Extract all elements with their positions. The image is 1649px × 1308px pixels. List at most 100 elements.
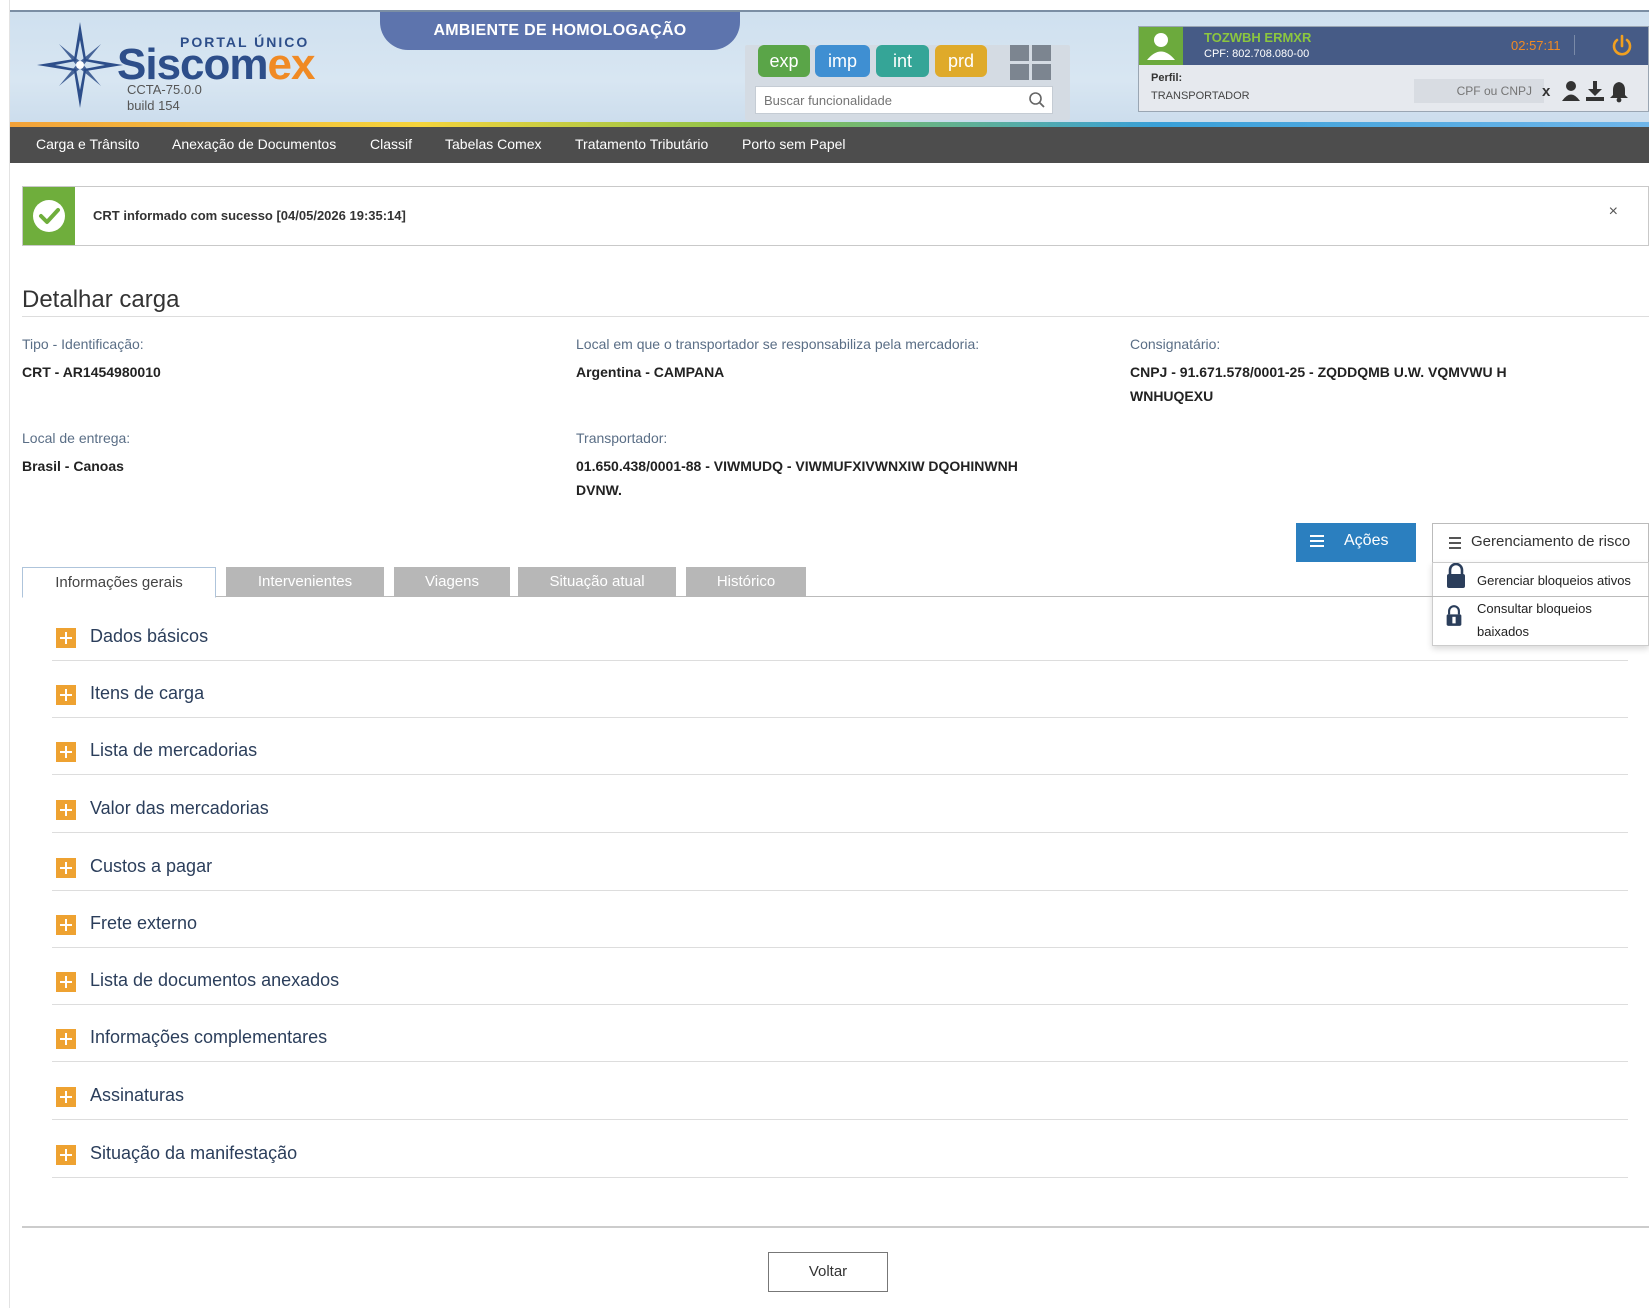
transportador-value-line1: 01.650.438/0001-88 - VIWMUDQ - VIWMUFXIV… xyxy=(576,458,1018,474)
env-int-button[interactable]: int xyxy=(876,45,929,77)
user-bar: TOZWBH ERMXR CPF: 802.708.080-00 02:57:1… xyxy=(1139,27,1648,65)
tab-situacao-atual[interactable]: Situação atual xyxy=(518,567,676,597)
tipo-identificacao-value: CRT - AR1454980010 xyxy=(22,364,161,380)
user-avatar-icon xyxy=(1139,27,1183,65)
section-title: Itens de carga xyxy=(90,683,205,703)
menu-item-tabelas-comex[interactable]: Tabelas Comex xyxy=(445,136,542,152)
alert-icon-box xyxy=(23,187,75,245)
plus-icon xyxy=(56,628,76,648)
user-panel: TOZWBH ERMXR CPF: 802.708.080-00 02:57:1… xyxy=(1138,26,1649,112)
env-imp-button[interactable]: imp xyxy=(815,45,870,77)
cpf-cnpj-field[interactable] xyxy=(1414,79,1544,103)
menu-item-anexacao-documentos[interactable]: Anexação de Documentos xyxy=(172,136,336,152)
section-itens-carga[interactable]: Itens de carga xyxy=(52,672,1628,718)
section-assinaturas[interactable]: Assinaturas xyxy=(52,1074,1628,1120)
acoes-button[interactable]: Ações xyxy=(1296,523,1416,562)
apps-grid-icon[interactable] xyxy=(1010,45,1052,81)
gerenciamento-risco-button[interactable]: Gerenciamento de risco xyxy=(1432,523,1649,563)
perfil-value: TRANSPORTADOR xyxy=(1151,90,1250,102)
user-cpf: CPF: 802.708.080-00 xyxy=(1204,48,1310,60)
plus-icon xyxy=(56,742,76,762)
section-lista-mercadorias[interactable]: Lista de mercadorias xyxy=(52,729,1628,775)
build-label: build 154 xyxy=(127,98,180,113)
section-frete-externo[interactable]: Frete externo xyxy=(52,902,1628,948)
tab-historico[interactable]: Histórico xyxy=(686,567,806,597)
plus-icon xyxy=(56,858,76,878)
env-exp-button[interactable]: exp xyxy=(758,45,810,77)
section-documentos-anexados[interactable]: Lista de documentos anexados xyxy=(52,959,1628,1005)
transportador-label: Transportador: xyxy=(576,430,668,446)
alert-close-button[interactable]: × xyxy=(1609,203,1618,221)
local-entrega-label: Local de entrega: xyxy=(22,430,131,446)
plus-icon xyxy=(56,972,76,992)
perfil-label: Perfil: xyxy=(1151,72,1183,84)
tab-informacoes-gerais[interactable]: Informações gerais xyxy=(22,567,216,598)
tab-bar: Informações gerais Intervenientes Viagen… xyxy=(22,567,1649,598)
section-title: Informações complementares xyxy=(90,1027,328,1047)
transportador-value-line2: DVNW. xyxy=(576,482,622,498)
section-title: Valor das mercadorias xyxy=(90,798,269,818)
siscomex-logo[interactable]: PORTAL ÚNICO Siscomex CCTA-75.0.0 build … xyxy=(35,20,315,116)
menu-item-porto-sem-papel[interactable]: Porto sem Papel xyxy=(742,136,846,152)
section-situacao-manifestacao[interactable]: Situação da manifestação xyxy=(52,1132,1628,1178)
plus-icon xyxy=(56,1029,76,1049)
section-valor-mercadorias[interactable]: Valor das mercadorias xyxy=(52,787,1628,833)
plus-icon xyxy=(56,915,76,935)
brand-accent: ex xyxy=(267,40,316,89)
bell-icon[interactable] xyxy=(1608,79,1630,103)
plus-icon xyxy=(56,1145,76,1165)
section-title: Frete externo xyxy=(90,913,198,933)
section-title: Lista de documentos anexados xyxy=(90,970,340,990)
menu-icon xyxy=(1310,535,1324,550)
menu-icon xyxy=(1449,537,1461,552)
environment-banner: AMBIENTE DE HOMOLOGAÇÃO xyxy=(380,12,740,50)
version-info: CCTA-75.0.0 build 154 xyxy=(127,82,202,114)
gerenciamento-risco-label: Gerenciamento de risco xyxy=(1471,533,1631,550)
power-icon[interactable] xyxy=(1609,33,1635,59)
menu-item-tratamento-tributario[interactable]: Tratamento Tributário xyxy=(575,136,708,152)
tipo-identificacao-label: Tipo - Identificação: xyxy=(22,336,144,352)
user-name: TOZWBH ERMXR xyxy=(1204,30,1312,45)
clear-cpf-button[interactable]: x xyxy=(1542,83,1550,100)
menu-item-carga-transito[interactable]: Carga e Trânsito xyxy=(36,136,140,152)
section-custos-pagar[interactable]: Custos a pagar xyxy=(52,845,1628,891)
success-alert: CRT informado com sucesso [04/05/2026 19… xyxy=(22,186,1649,246)
local-responsabilidade-label: Local em que o transportador se responsa… xyxy=(576,336,980,352)
search-icon[interactable] xyxy=(1028,91,1046,109)
title-divider xyxy=(22,316,1649,317)
plus-icon xyxy=(56,685,76,705)
check-circle-icon xyxy=(33,200,65,232)
consignatario-label: Consignatário: xyxy=(1130,336,1221,352)
bottom-divider xyxy=(22,1226,1649,1228)
tab-intervenientes[interactable]: Intervenientes xyxy=(226,567,384,597)
section-informacoes-complementares[interactable]: Informações complementares xyxy=(52,1016,1628,1062)
consignatario-value-line2: WNHUQEXU xyxy=(1130,388,1214,404)
version-label: CCTA-75.0.0 xyxy=(127,82,202,97)
main-menu: Carga e Trânsito Anexação de Documentos … xyxy=(10,127,1649,163)
local-entrega-value: Brasil - Canoas xyxy=(22,458,124,474)
search-field[interactable] xyxy=(755,86,1053,114)
section-title: Custos a pagar xyxy=(90,856,213,876)
section-title: Assinaturas xyxy=(90,1085,185,1105)
search-input[interactable] xyxy=(756,87,1006,113)
plus-icon xyxy=(56,1087,76,1107)
section-title: Lista de mercadorias xyxy=(90,740,258,760)
tab-viagens[interactable]: Viagens xyxy=(394,567,510,597)
voltar-button[interactable]: Voltar xyxy=(768,1252,888,1292)
menu-item-classif[interactable]: Classif xyxy=(370,136,412,152)
timer-divider xyxy=(1574,35,1575,55)
cpf-cnpj-input[interactable] xyxy=(1414,79,1532,103)
env-prd-button[interactable]: prd xyxy=(935,45,987,77)
section-title: Situação da manifestação xyxy=(90,1143,298,1163)
section-dados-basicos[interactable]: Dados básicos xyxy=(52,615,1628,661)
left-edge xyxy=(0,0,10,1308)
page-title: Detalhar carga xyxy=(22,286,180,313)
consignatario-value-line1: CNPJ - 91.671.578/0001-25 - ZQDDQMB U.W.… xyxy=(1130,364,1507,380)
user-profile-icon[interactable] xyxy=(1560,79,1582,103)
page: PORTAL ÚNICO Siscomex CCTA-75.0.0 build … xyxy=(0,0,1649,1308)
download-icon[interactable] xyxy=(1584,79,1606,103)
local-responsabilidade-value: Argentina - CAMPANA xyxy=(576,364,725,380)
session-timer: 02:57:11 xyxy=(1511,38,1561,53)
plus-icon xyxy=(56,800,76,820)
acoes-label: Ações xyxy=(1344,532,1389,549)
